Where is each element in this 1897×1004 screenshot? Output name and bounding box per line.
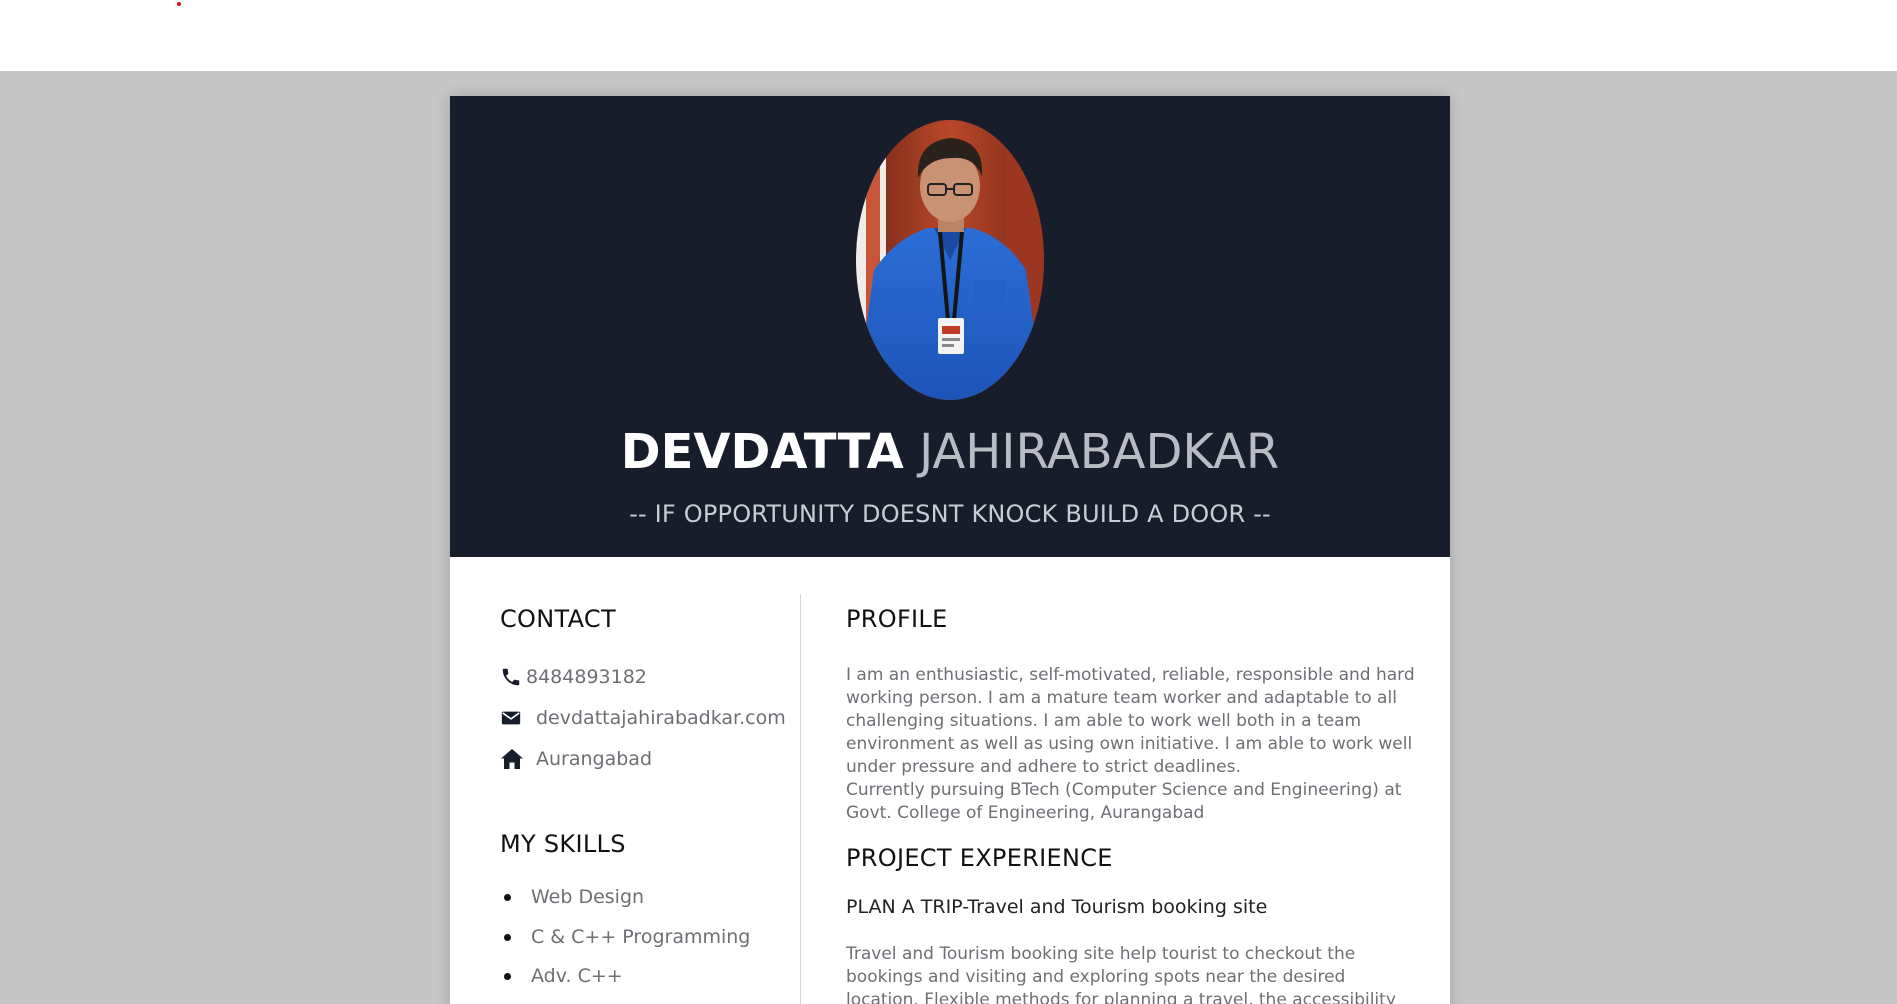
red-dot-indicator [177, 2, 181, 6]
skills-list: Web Design C & C++ Programming Adv. C++ [500, 885, 790, 1004]
home-icon [500, 748, 523, 770]
top-bar [0, 0, 1897, 71]
envelope-icon [500, 707, 522, 729]
project-name: PLAN A TRIP-Travel and Tourism booking s… [846, 896, 1268, 918]
resume-card: DEVDATTA JAHIRABADKAR -- IF OPPORTUNITY … [450, 96, 1450, 1004]
profile-paragraph: I am an enthusiastic, self-motivated, re… [846, 665, 1415, 777]
tagline: -- IF OPPORTUNITY DOESNT KNOCK BUILD A D… [629, 500, 1271, 528]
skill-item: Adv. C++ [500, 964, 790, 1004]
skill-item: Web Design [500, 885, 790, 925]
project-description: Travel and Tourism booking site help tou… [846, 944, 1396, 1004]
contact-location: Aurangabad [500, 738, 790, 779]
profile-text: I am an enthusiastic, self-motivated, re… [846, 664, 1416, 825]
profile-photo [856, 120, 1044, 400]
profile-paragraph-education: Currently pursuing BTech (Computer Scien… [846, 780, 1402, 823]
profile-heading: PROFILE [846, 605, 948, 633]
phone-number[interactable]: 8484893182 [526, 666, 647, 688]
first-name: DEVDATTA [620, 424, 904, 480]
skill-item: C & C++ Programming [500, 925, 790, 965]
contact-phone: 8484893182 [500, 656, 790, 697]
skills-heading: MY SKILLS [500, 830, 626, 858]
contact-heading: CONTACT [500, 605, 616, 633]
column-divider [800, 594, 801, 1004]
phone-icon [500, 666, 522, 688]
project-experience-heading: PROJECT EXPERIENCE [846, 844, 1113, 872]
full-name: DEVDATTA JAHIRABADKAR [450, 424, 1450, 480]
last-name: JAHIRABADKAR [919, 424, 1280, 480]
contact-list: 8484893182 devdattajahirabadkar.com Aura… [500, 656, 790, 779]
contact-email: devdattajahirabadkar.com [500, 697, 790, 738]
resume-header: DEVDATTA JAHIRABADKAR -- IF OPPORTUNITY … [450, 96, 1450, 557]
email-address[interactable]: devdattajahirabadkar.com [536, 707, 786, 729]
right-column: PROFILE I am an enthusiastic, self-motiv… [846, 604, 1416, 1004]
left-column: CONTACT 8484893182 devdattajahirabadkar.… [500, 604, 790, 1004]
location-text: Aurangabad [536, 747, 653, 770]
